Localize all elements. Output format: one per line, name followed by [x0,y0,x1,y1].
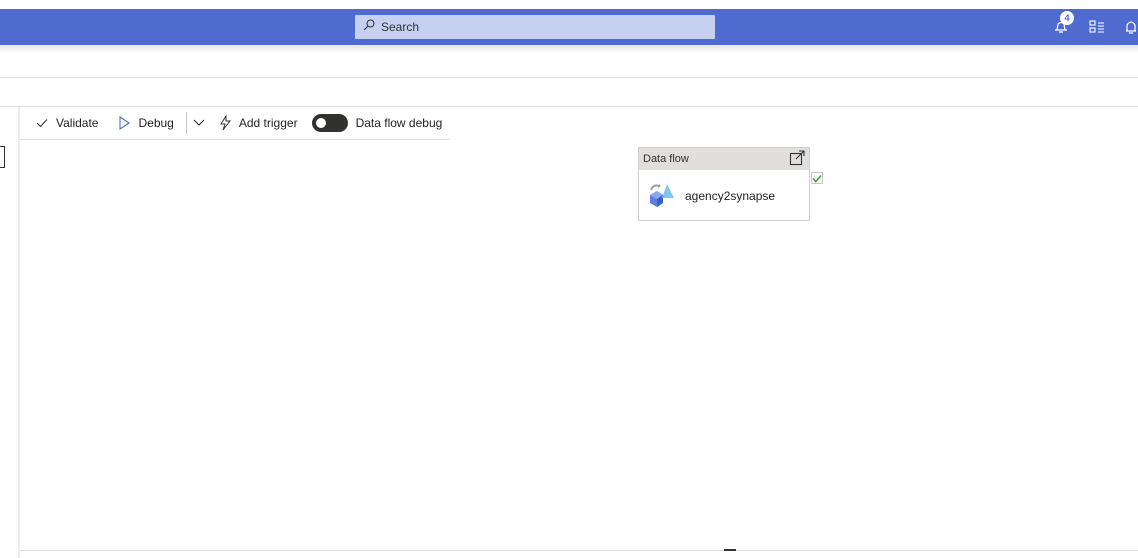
debug-label: Debug [138,116,174,130]
search-icon [363,18,375,36]
pipeline-toolbar: Validate Debug Add trigger Data flow deb… [20,107,450,140]
play-icon [116,115,132,131]
debug-options-dropdown[interactable] [191,111,217,135]
data-flow-activity[interactable]: Data flow agency2synapse [638,147,810,221]
toggle-switch[interactable] [311,114,348,132]
divider [0,77,1138,78]
top-header-bar: Search [0,9,1138,45]
chevron-down-icon [191,115,207,131]
add-trigger-label: Add trigger [238,116,298,130]
checkbox-checked-icon [811,172,823,184]
open-external-icon[interactable] [789,149,805,169]
notifications-count-badge: 4 [1060,11,1074,25]
directory-icon[interactable] [1086,16,1108,38]
left-panel-border [18,107,20,558]
debug-button[interactable]: Debug [116,111,174,135]
header-shadow [0,45,1138,53]
toggle-knob [315,118,326,128]
window-top-strip [0,0,1138,9]
data-flow-debug-toggle[interactable]: Data flow debug [311,111,443,135]
alerts-icon[interactable] [1120,16,1138,38]
data-flow-debug-label: Data flow debug [355,116,443,130]
search-box[interactable]: Search [355,15,715,39]
panel-resize-handle[interactable] [724,549,736,551]
collapsed-panel-handle[interactable] [0,146,5,168]
activity-name: agency2synapse [685,188,776,203]
data-flow-icon [647,180,675,211]
validate-button[interactable]: Validate [34,111,98,135]
validate-label: Validate [56,116,99,130]
activity-type-label: Data flow [643,153,689,165]
lightning-icon [217,115,233,131]
activity-body: agency2synapse [639,170,809,211]
activity-header: Data flow [639,148,809,170]
search-placeholder: Search [381,20,420,34]
canvas-bottom-border [20,550,1138,551]
check-icon [34,115,50,131]
toolbar-separator [185,112,187,134]
add-trigger-button[interactable]: Add trigger [217,111,298,135]
